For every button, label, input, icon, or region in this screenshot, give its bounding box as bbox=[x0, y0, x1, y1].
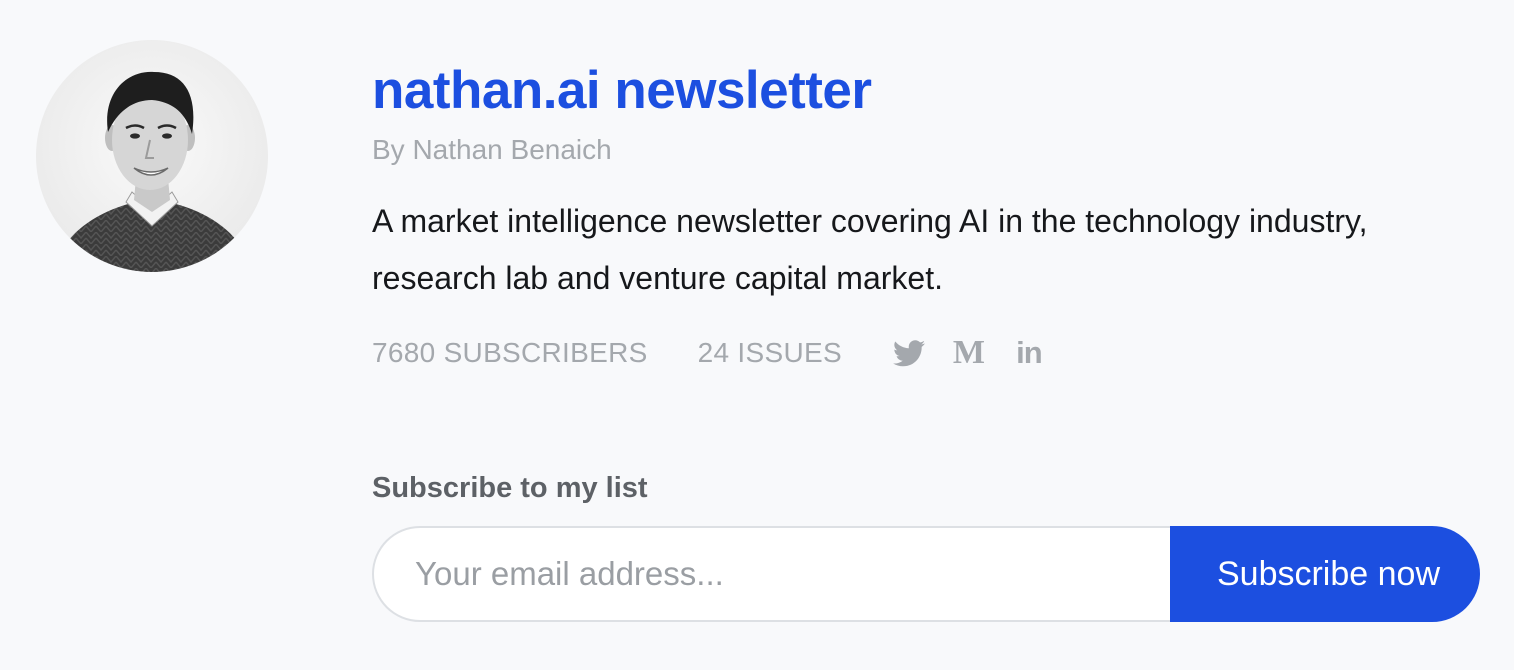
newsletter-info: nathan.ai newsletter By Nathan Benaich A… bbox=[372, 60, 1482, 375]
stats-row: 7680 SUBSCRIBERS 24 ISSUES M in bbox=[372, 331, 1482, 375]
avatar bbox=[36, 40, 268, 272]
medium-icon[interactable]: M bbox=[952, 336, 986, 370]
issue-count[interactable]: 24 ISSUES bbox=[698, 337, 842, 369]
avatar-portrait bbox=[36, 40, 268, 272]
social-links: M in bbox=[892, 336, 1072, 370]
subscribe-button[interactable]: Subscribe now bbox=[1170, 526, 1480, 622]
linkedin-icon[interactable]: in bbox=[1012, 336, 1046, 370]
subscriber-count: 7680 SUBSCRIBERS bbox=[372, 337, 648, 368]
subscribe-form: Subscribe now bbox=[372, 526, 1480, 622]
subscribe-heading: Subscribe to my list bbox=[372, 472, 648, 504]
newsletter-description: A market intelligence newsletter coverin… bbox=[372, 203, 1368, 296]
author-byline: By Nathan Benaich bbox=[372, 134, 612, 165]
twitter-icon[interactable] bbox=[892, 336, 926, 370]
email-input[interactable] bbox=[372, 526, 1170, 622]
newsletter-title[interactable]: nathan.ai newsletter bbox=[372, 60, 1482, 122]
